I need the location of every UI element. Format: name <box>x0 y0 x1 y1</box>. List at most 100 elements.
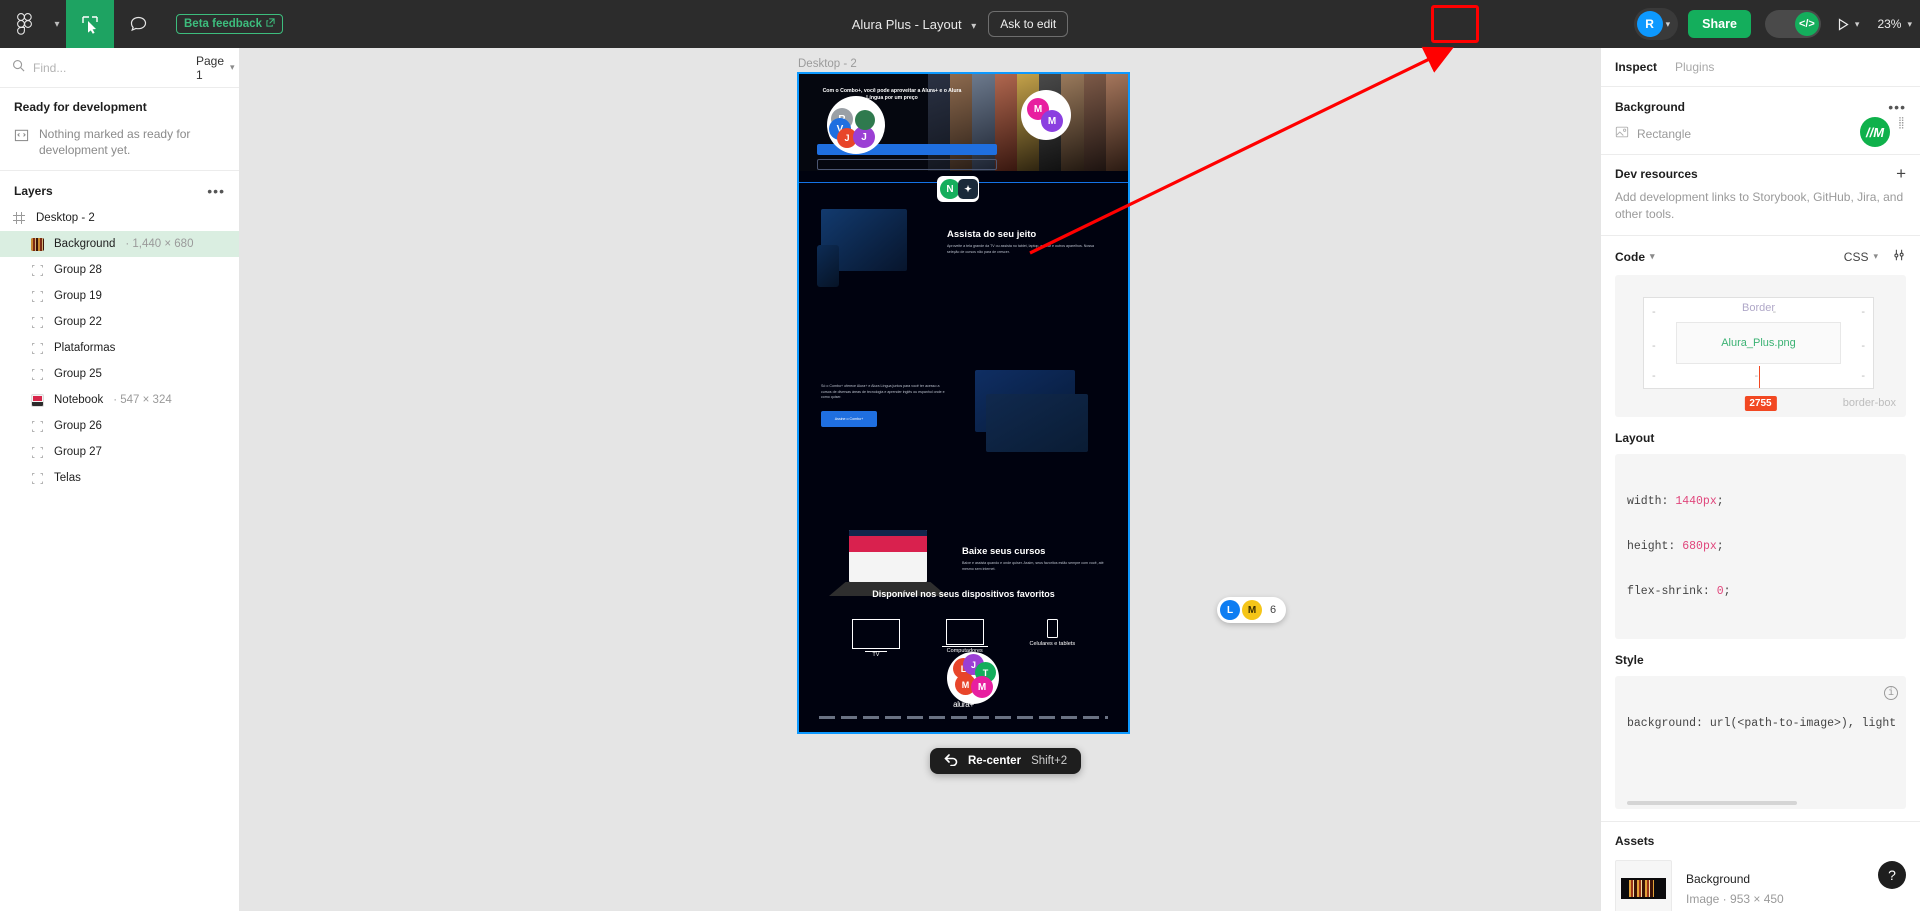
layer-name: Group 22 <box>54 316 102 328</box>
tv-icon <box>851 619 900 652</box>
code-line: flex-shrink: 0; <box>1627 585 1731 598</box>
design-canvas[interactable]: Desktop - 2 Com o Combo+, você pode apro… <box>240 48 1600 911</box>
box-model-dash: - <box>1861 306 1865 318</box>
box-model-diagram: Border - - - - - - - - Alura_Plus.png 27… <box>1615 275 1906 417</box>
code-brackets-icon: </> <box>1794 12 1819 36</box>
layers-header: Layers ••• <box>0 171 239 205</box>
layer-row[interactable]: Group 28 <box>0 257 239 283</box>
top-toolbar: ▾ Beta feedback Alura Plus - Layout ▾ As… <box>0 0 1920 48</box>
code-value: 680px <box>1682 540 1717 553</box>
layer-name: Notebook <box>54 394 104 406</box>
info-circle-icon[interactable]: i <box>1884 686 1898 700</box>
sliders-icon[interactable] <box>1892 248 1906 265</box>
device-item-tv: TV <box>851 619 900 658</box>
tab-plugins[interactable]: Plugins <box>1675 60 1714 74</box>
box-model-sizing-label: border-box <box>1842 397 1896 409</box>
layer-row[interactable]: Background · 1,440 × 680 <box>0 231 239 257</box>
box-model-measurement: 2755 <box>1744 396 1777 411</box>
layer-row[interactable]: Group 27 <box>0 439 239 465</box>
code-language-label: CSS <box>1843 249 1869 264</box>
box-model-file-label: Alura_Plus.png <box>1721 337 1796 349</box>
present-button[interactable]: ▾ <box>1837 17 1859 31</box>
layer-row[interactable]: Notebook · 547 × 324 <box>0 387 239 413</box>
collab-avatar-cluster-1[interactable]: R V J J <box>827 96 885 154</box>
layers-list: Desktop - 2 Background · 1,440 × 680 Group … <box>0 205 239 491</box>
code-value: 0 <box>1716 585 1724 598</box>
code-scrollbar[interactable] <box>1627 801 1797 805</box>
layer-name: Group 28 <box>54 264 102 276</box>
ask-to-edit-button[interactable]: Ask to edit <box>988 11 1069 37</box>
collab-avatar-cluster-4[interactable]: L J T M M <box>947 652 999 704</box>
help-button[interactable]: ? <box>1878 861 1906 889</box>
asset-item[interactable]: Background Image · 953 × 450 <box>1615 860 1906 911</box>
zoom-level-menu[interactable]: 23% ▾ <box>1877 17 1912 31</box>
code-language-menu[interactable]: CSS ▾ <box>1844 250 1878 264</box>
combo-mockup-front <box>986 394 1088 452</box>
avatar: R <box>1636 11 1663 37</box>
more-horizontal-icon[interactable]: ••• <box>1888 99 1906 115</box>
download-text-block: Baixe seus cursos Baixe e assista quando… <box>962 546 1112 572</box>
layer-row[interactable]: Desktop - 2 <box>0 205 239 231</box>
avatar: M <box>1242 600 1262 620</box>
search-input[interactable] <box>33 60 188 75</box>
device-label: Celulares e tablets <box>1029 641 1076 647</box>
laptop-icon <box>941 619 988 647</box>
style-code-block[interactable]: background: url(<path-to-image>), light … <box>1615 676 1906 809</box>
code-prop: height <box>1627 540 1669 553</box>
chevron-down-icon: ▾ <box>1665 18 1671 29</box>
selection-title: Background <box>1615 100 1686 114</box>
comment-bubble-icon[interactable] <box>114 0 162 48</box>
drag-grip-icon[interactable]: ⠿ ⠿ <box>1898 117 1908 131</box>
beta-feedback-button[interactable]: Beta feedback <box>176 14 283 34</box>
frame-name-label[interactable]: Desktop - 2 <box>798 58 857 70</box>
box-model-border-box: Border - - - - - - - - Alura_Plus.png <box>1643 297 1874 389</box>
layer-row[interactable]: Telas <box>0 465 239 491</box>
chevron-down-icon: ▾ <box>971 20 977 32</box>
ready-for-development-title: Ready for development <box>14 100 147 114</box>
layer-row[interactable]: Group 22 <box>0 309 239 335</box>
dev-mode-toggle[interactable]: </> <box>1764 10 1821 38</box>
layer-name: Desktop - 2 <box>36 212 95 224</box>
more-horizontal-icon[interactable]: ••• <box>207 183 225 199</box>
tab-inspect[interactable]: Inspect <box>1615 60 1657 74</box>
design-frame-desktop-2[interactable]: Com o Combo+, você pode aproveitar a Alu… <box>797 72 1130 734</box>
combo-text-block: Só o Combo+ oferece Alura+ e Alura Língu… <box>821 384 951 427</box>
figma-menu-chevron-icon[interactable]: ▾ <box>48 0 66 48</box>
style-title: Style <box>1615 653 1644 667</box>
layout-code-block[interactable]: width: 1440px; height: 680px; flex-shrin… <box>1615 454 1906 639</box>
hero-secondary-button[interactable] <box>817 159 997 170</box>
file-title-menu[interactable]: Alura Plus - Layout ▾ <box>852 17 977 32</box>
figma-logo-icon[interactable] <box>0 0 48 48</box>
frame-icon <box>12 211 26 225</box>
image-thumb-icon <box>30 237 44 251</box>
inspect-sidebar: Inspect Plugins Background ••• Rectangle… <box>1600 48 1920 911</box>
code-title-menu[interactable]: Code ▾ <box>1615 250 1655 264</box>
watch-text-block: Assista do seu jeito Aproveite a tela gr… <box>947 229 1097 255</box>
layer-name: Group 26 <box>54 420 102 432</box>
collaborator-presence-pill[interactable]: L M 6 <box>1217 597 1287 623</box>
layer-row[interactable]: Plataformas <box>0 335 239 361</box>
combo-cta-button[interactable]: Assine o Combo+ <box>821 410 877 427</box>
box-model-dash: - <box>1652 340 1656 353</box>
share-button[interactable]: Share <box>1688 10 1751 38</box>
phone-icon <box>1046 619 1058 638</box>
user-avatar-menu[interactable]: R ▾ <box>1633 8 1679 40</box>
box-model-dash: - <box>1861 370 1865 382</box>
device-label: TV <box>872 652 880 658</box>
dev-resources-title: Dev resources <box>1615 167 1698 181</box>
recenter-button[interactable]: Re-center Shift+2 <box>930 748 1082 774</box>
asset-meta: Image · 953 × 450 <box>1686 891 1784 906</box>
group-icon <box>30 341 44 355</box>
layer-row[interactable]: Group 19 <box>0 283 239 309</box>
code-line: background: url(<path-to-image>), light <box>1627 717 1897 730</box>
page-selector[interactable]: Page 1 ▾ <box>196 54 235 82</box>
collab-avatar-cluster-3[interactable]: N ✦ <box>937 176 979 202</box>
dev-mode-inspect-icon[interactable] <box>66 0 114 48</box>
collab-avatar-cluster-2[interactable]: M M <box>1021 90 1071 140</box>
inspect-tabs: Inspect Plugins <box>1601 48 1920 87</box>
layer-row[interactable]: Group 25 <box>0 361 239 387</box>
devices-title: Disponível nos seus dispositivos favorit… <box>872 589 1055 599</box>
layer-row[interactable]: Group 26 <box>0 413 239 439</box>
plus-icon[interactable]: + <box>1896 165 1906 182</box>
plugin-badge[interactable]: //M <box>1860 117 1890 147</box>
